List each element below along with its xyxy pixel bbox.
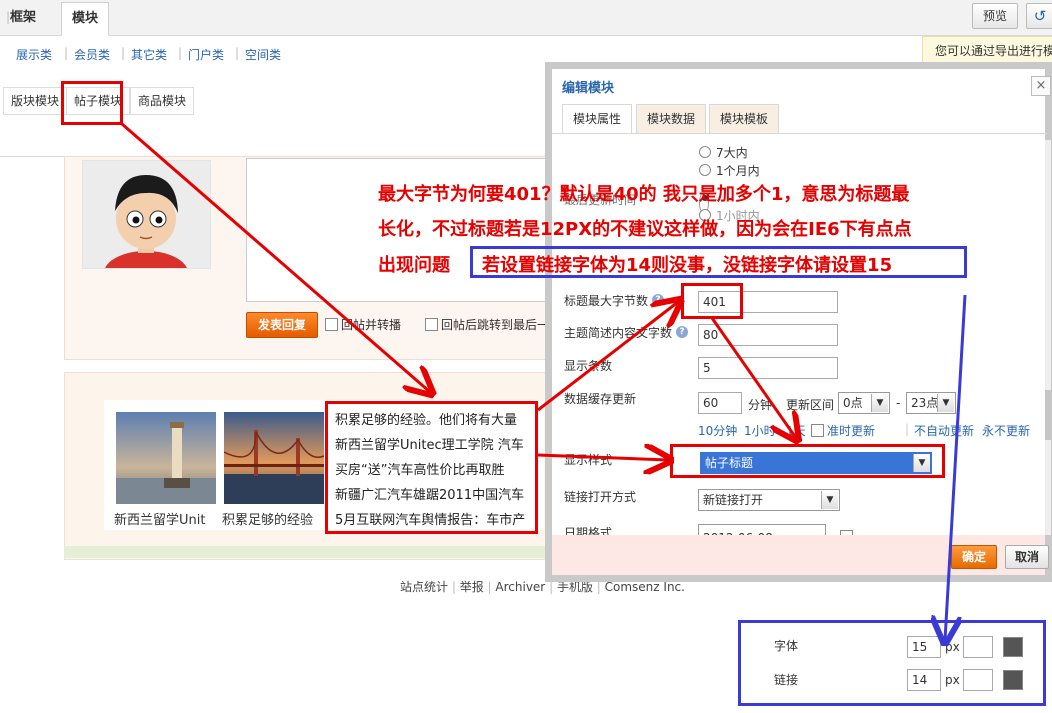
category-other[interactable]: 其它类 — [131, 46, 167, 63]
interval-to-select[interactable]: 23点 ▼ — [906, 392, 956, 414]
annotation-box-title-bytes — [681, 283, 743, 319]
field-label-cache: 数据缓存更新 — [564, 392, 637, 406]
module-tab-forum[interactable]: 版块模块 — [3, 87, 68, 115]
select-value: 新链接打开 — [703, 493, 764, 507]
chevron-down-icon: ▼ — [937, 394, 954, 412]
help-icon[interactable]: ? — [676, 326, 688, 338]
category-display[interactable]: 展示类 — [16, 46, 52, 63]
count-input[interactable]: 5 — [698, 357, 838, 379]
forward-checkbox[interactable] — [325, 318, 338, 331]
annotation-box-thread-tab — [61, 81, 123, 125]
tab-module[interactable]: 模块 — [61, 2, 110, 36]
close-icon[interactable]: × — [1031, 76, 1051, 96]
cache-input[interactable]: 60 — [698, 392, 742, 414]
tab-module-data[interactable]: 模块数据 — [636, 104, 707, 134]
unit-label: px — [945, 673, 960, 687]
font-size-input[interactable]: 15 — [907, 636, 941, 658]
gallery-footer-strip — [64, 546, 564, 558]
color-picker-icon[interactable] — [1003, 670, 1023, 690]
reply-button[interactable]: 发表回复 — [246, 312, 318, 338]
radio-1month[interactable] — [699, 164, 711, 176]
ok-button[interactable]: 确定 — [951, 545, 997, 569]
select-value: 0点 — [843, 396, 863, 410]
category-space[interactable]: 空间类 — [245, 46, 281, 63]
forward-label: 回帖并转播 — [341, 318, 402, 332]
category-member[interactable]: 会员类 — [74, 46, 110, 63]
quick-1day[interactable]: 1天 — [786, 422, 806, 439]
jump-checkbox[interactable] — [425, 318, 438, 331]
cache-unit: 分钟 — [748, 398, 773, 412]
chevron-down-icon: ▼ — [821, 491, 838, 509]
annotation-text-line3: 出现问题 — [378, 255, 450, 276]
open-mode-select[interactable]: 新链接打开 ▼ — [698, 489, 840, 511]
interval-from-select[interactable]: 0点 ▼ — [838, 392, 890, 414]
help-icon[interactable]: ? — [652, 294, 664, 306]
link-label: 链接 — [774, 673, 799, 687]
dialog-scrollbar[interactable] — [1045, 140, 1051, 535]
font-settings-panel — [738, 620, 1046, 706]
quick-10min[interactable]: 10分钟 — [698, 422, 737, 439]
interval-label: 更新区间 — [786, 398, 835, 412]
dialog-title: 编辑模块 — [562, 81, 615, 96]
jump-label: 回帖后跳转到最后一 — [441, 318, 550, 332]
undo-icon[interactable]: ↺ — [1026, 3, 1052, 29]
link-color-input[interactable] — [963, 669, 993, 691]
annotation-box-style — [670, 444, 945, 478]
footer-stats[interactable]: 站点统计 — [400, 580, 448, 594]
category-portal[interactable]: 门户类 — [188, 46, 224, 63]
no-auto-update[interactable]: 不自动更新 — [914, 422, 974, 439]
annotation-text-line1: 最大字节为何要401？默认是40的 我只是加多个1，意思为标题最 — [378, 184, 910, 205]
scrollbar-thumb[interactable] — [1045, 390, 1051, 440]
summary-input[interactable]: 80 — [698, 324, 838, 346]
field-label-summary: 主题简述内容文字数 — [564, 326, 673, 340]
radio-label: 7大内 — [716, 146, 748, 160]
thumb-bridge[interactable] — [223, 412, 325, 504]
thumb-caption[interactable]: 新西兰留学Unit — [114, 509, 205, 528]
footer-archiver[interactable]: Archiver — [495, 580, 545, 594]
unit-label: px — [945, 640, 960, 654]
top-toolbar — [0, 0, 1052, 36]
annotation-box-post-list — [325, 401, 538, 534]
font-color-input[interactable] — [963, 636, 993, 658]
range-separator: - — [896, 396, 901, 410]
cancel-button[interactable]: 取消 — [1005, 545, 1049, 569]
quick-1hour[interactable]: 1小时 — [744, 422, 776, 439]
footer-report[interactable]: 举报 — [460, 580, 484, 594]
select-value: 23点 — [911, 396, 939, 410]
preview-button[interactable]: 预览 — [972, 3, 1018, 29]
field-label-title-bytes: 标题最大字节数 — [564, 294, 649, 308]
precise-update-checkbox[interactable] — [811, 424, 824, 437]
footer-company: Comsenz Inc. — [604, 580, 685, 594]
module-tab-goods[interactable]: 商品模块 — [130, 87, 195, 115]
field-label-open: 链接打开方式 — [564, 490, 637, 504]
tab-module-template[interactable]: 模块模板 — [709, 104, 780, 134]
annotation-text-line2: 长化，不过标题若是12PX的不建议这样做，因为会在IE6下有点点 — [378, 219, 912, 240]
precise-update-link[interactable]: 准时更新 — [827, 422, 875, 439]
thumb-caption[interactable]: 积累足够的经验 — [222, 509, 313, 528]
field-label-count: 显示条数 — [564, 359, 613, 373]
link-size-input[interactable]: 14 — [907, 669, 941, 691]
never-update[interactable]: 永不更新 — [982, 422, 1030, 439]
radio-7days[interactable] — [699, 146, 711, 158]
radio-label: 1个月内 — [716, 164, 760, 178]
chevron-down-icon: ▼ — [871, 394, 888, 412]
color-picker-icon[interactable] — [1003, 637, 1023, 657]
tab-module-attrs[interactable]: 模块属性 — [562, 104, 633, 134]
font-label: 字体 — [774, 639, 799, 653]
divider-band — [0, 132, 555, 157]
thumb-lighthouse[interactable] — [116, 412, 216, 504]
field-label-style: 显示样式 — [564, 453, 613, 467]
annotation-text-blue: 若设置链接字体为14则没事，没链接字体请设置15 — [482, 255, 893, 276]
footer-mobile[interactable]: 手机版 — [557, 580, 593, 594]
avatar — [82, 160, 211, 295]
